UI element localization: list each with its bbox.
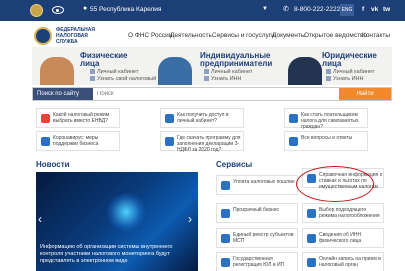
- nav-item-contacts[interactable]: Контакты: [362, 32, 390, 39]
- registry-icon: [221, 234, 230, 243]
- service-label: Сведения об ИНН физического лица: [319, 232, 362, 244]
- quick-card[interactable]: Как получить доступ в личный кабинет?: [160, 108, 244, 128]
- hero-individuals-cabinet-link[interactable]: Личный кабинет: [90, 69, 138, 75]
- twitter-icon[interactable]: tw: [383, 6, 390, 13]
- question-icon: [165, 114, 174, 123]
- nav-item-activity[interactable]: Деятельность: [170, 32, 212, 39]
- legal-entity-photo: [288, 57, 322, 85]
- phone-number[interactable]: 8-800-222-2222: [294, 6, 340, 13]
- warning-icon: [41, 114, 50, 123]
- slider-prev-arrow-icon[interactable]: ‹: [38, 212, 42, 226]
- service-item[interactable]: Сведения об ИНН физического лица: [302, 228, 384, 248]
- site-search: Поиск по сайту Найти: [32, 87, 392, 101]
- quick-card-text: Какой налоговый режим выбрать вместо ЕНВ…: [53, 112, 110, 124]
- quick-card[interactable]: Все вопросы и ответы: [284, 131, 368, 151]
- facebook-icon[interactable]: f: [362, 6, 364, 13]
- search-scope-select[interactable]: Поиск по сайту: [33, 88, 93, 100]
- quick-card-text: Где скачать программу для заполнения дек…: [177, 135, 241, 153]
- business-icon: [221, 209, 230, 218]
- nav-item-documents[interactable]: Документы: [272, 32, 306, 39]
- news-section-title[interactable]: Новости: [36, 160, 70, 169]
- service-label: Уплата налоговых пошлин: [233, 179, 295, 185]
- entrepreneur-photo: [158, 57, 192, 85]
- region-chevron-down-icon[interactable]: ▼: [262, 6, 268, 12]
- quick-card[interactable]: Какой налоговый режим выбрать вместо ЕНВ…: [36, 108, 120, 128]
- news-caption[interactable]: Информацию об организации системы внутре…: [40, 244, 190, 265]
- service-item[interactable]: Онлайн запись на прием в налоговый орган: [302, 252, 384, 271]
- hero-entrepreneurs-inn-link[interactable]: Узнать ИНН: [204, 76, 242, 82]
- question-icon: [165, 137, 174, 146]
- hero-entrepreneurs-cabinet-link[interactable]: Личный кабинет: [204, 69, 252, 75]
- hero-title-individuals[interactable]: Физические лица: [80, 52, 140, 68]
- search-button[interactable]: Найти: [339, 88, 391, 100]
- fns-logo-icon[interactable]: [34, 27, 52, 45]
- shield-lock-graphic: [106, 192, 146, 232]
- search-input[interactable]: [97, 88, 337, 100]
- nav-item-open-agency[interactable]: Открытое ведомство: [304, 32, 367, 39]
- family-photo: [40, 57, 74, 85]
- hero-individuals-second-link[interactable]: Узнать свой налоговый: [90, 76, 156, 82]
- service-label: Государственная регистрация ЮЛ и ИП: [233, 256, 285, 268]
- hero-banner: Физические лица Личный кабинет Узнать св…: [32, 47, 392, 85]
- hero-legal-cabinet-link[interactable]: Личный кабинет: [326, 69, 374, 75]
- nav-item-services[interactable]: Сервисы и госуслуги: [212, 32, 275, 39]
- quick-card[interactable]: Как стать плательщиком налога для самоза…: [284, 108, 368, 130]
- service-label: Единый реестр субъектов МСП: [233, 232, 294, 244]
- quick-card[interactable]: Где скачать программу для заполнения дек…: [160, 131, 244, 153]
- hero-legal-inn-link[interactable]: Узнать ИНН: [326, 76, 364, 82]
- service-item[interactable]: Уплата налоговых пошлин: [216, 175, 298, 195]
- support-icon: [41, 137, 50, 146]
- service-label: Выбор подходящего режима налогообложения: [319, 207, 380, 219]
- question-icon: [289, 137, 298, 146]
- service-item[interactable]: Выбор подходящего режима налогообложения: [302, 203, 384, 223]
- logo-text[interactable]: ФЕДЕРАЛЬНАЯ НАЛОГОВАЯ СЛУЖБА: [56, 27, 104, 45]
- person-icon: [307, 234, 316, 243]
- quick-card-text: Все вопросы и ответы: [301, 135, 353, 141]
- service-label: Онлайн запись на прием в налоговый орган: [319, 256, 381, 268]
- quick-card[interactable]: Коронавирус: меры поддержки бизнеса: [36, 131, 120, 151]
- highlight-circle: [296, 166, 374, 202]
- quick-card-text: Как получить доступ в личный кабинет?: [177, 112, 229, 124]
- location-pin-icon: ●: [83, 5, 88, 12]
- service-item[interactable]: Государственная регистрация ЮЛ и ИП: [216, 252, 298, 271]
- accessibility-eye-icon[interactable]: [52, 6, 64, 14]
- registration-icon: [221, 258, 230, 267]
- calendar-icon: [307, 258, 316, 267]
- slider-next-arrow-icon[interactable]: ›: [188, 212, 192, 226]
- service-item[interactable]: Единый реестр субъектов МСП: [216, 228, 298, 248]
- choice-icon: [307, 209, 316, 218]
- language-button[interactable]: ENG: [340, 4, 354, 16]
- phone-icon: ✆: [283, 6, 289, 13]
- region-selector[interactable]: 55 Республика Карелия: [90, 6, 161, 13]
- hero-title-legal-entities[interactable]: Юридические лица: [322, 52, 388, 68]
- top-bar: ● 55 Республика Карелия ▼ ✆ 8-800-222-22…: [0, 0, 405, 21]
- hero-title-entrepreneurs[interactable]: Индивидуальные предприниматели: [200, 52, 272, 68]
- question-icon: [289, 114, 298, 123]
- vk-icon[interactable]: vk: [371, 6, 378, 13]
- service-item[interactable]: Прозрачный бизнес: [216, 203, 298, 223]
- services-section-title[interactable]: Сервисы: [216, 160, 252, 169]
- quick-card-text: Как стать плательщиком налога для самоза…: [301, 112, 359, 130]
- nav-item-about[interactable]: О ФНС России: [128, 32, 172, 39]
- quick-card-text: Коронавирус: меры поддержки бизнеса: [53, 135, 99, 147]
- service-label: Прозрачный бизнес: [233, 207, 279, 213]
- emblem-icon: [30, 4, 43, 17]
- payment-icon: [221, 181, 230, 190]
